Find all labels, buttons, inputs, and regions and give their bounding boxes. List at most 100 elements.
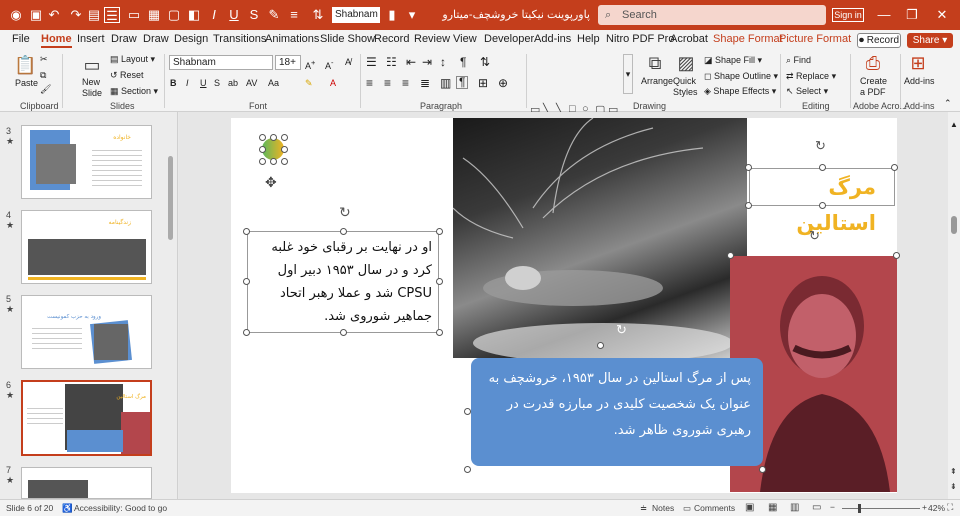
resize-handle[interactable] — [259, 158, 266, 165]
redo-icon[interactable]: ↷ — [68, 7, 84, 23]
resize-handle[interactable] — [436, 228, 443, 235]
highlight-icon[interactable]: ✎ — [305, 78, 313, 89]
quick-font-select[interactable]: Shabnam — [332, 7, 380, 23]
align-icon[interactable]: ≡ — [286, 7, 302, 23]
bullets-icon[interactable]: ☰ — [366, 56, 377, 68]
char-spacing-icon[interactable]: AV — [246, 78, 257, 89]
align-center-icon[interactable]: ≡ — [384, 77, 391, 89]
rtl-icon[interactable]: ¶ — [460, 56, 466, 68]
tab-add-ins[interactable]: Add-ins — [534, 33, 571, 45]
underline-icon[interactable]: U — [226, 7, 242, 23]
increase-indent-icon[interactable]: ⇥ — [422, 56, 432, 68]
quick-access-more-icon[interactable]: ▾ — [404, 7, 420, 23]
paste-button[interactable]: Paste — [15, 78, 38, 89]
comments-icon[interactable]: ▭ — [683, 503, 691, 514]
paste-icon[interactable]: 📋 — [14, 54, 36, 76]
tab-home[interactable]: Home — [41, 33, 72, 48]
tab-shape-format[interactable]: Shape Format — [713, 33, 783, 45]
align-left-icon[interactable]: ≡ — [366, 77, 373, 89]
save-icon[interactable]: ▣ — [28, 7, 44, 23]
section-button[interactable]: ▦ Section ▾ — [110, 86, 158, 97]
font-family-select[interactable]: Shabnam — [169, 55, 273, 70]
resize-handle[interactable] — [243, 228, 250, 235]
resize-handle[interactable] — [270, 158, 277, 165]
zoom-slider-thumb[interactable] — [858, 504, 861, 513]
slide-thumbnail-5[interactable]: ورود به حزب کمونیست — [21, 295, 152, 369]
format-painter-icon[interactable]: 🖌 — [40, 84, 51, 95]
smartart-icon[interactable]: ⊕ — [498, 77, 508, 89]
minimize-icon[interactable]: — — [874, 6, 894, 24]
tab-animations[interactable]: Animations — [265, 33, 319, 45]
slide-icon[interactable]: ▭ — [126, 7, 142, 23]
tab-draw-2[interactable]: Draw — [143, 33, 169, 45]
strikethrough-icon[interactable]: ab — [228, 78, 238, 89]
decrease-indent-icon[interactable]: ⇤ — [406, 56, 416, 68]
layout-button[interactable]: ▤ Layout ▾ — [110, 54, 155, 65]
slide-thumbnail-6[interactable]: مرگ استالین — [21, 380, 152, 456]
font-color-icon[interactable]: ▮ — [384, 7, 400, 23]
zoom-in-icon[interactable]: + — [922, 502, 927, 512]
layout-icon[interactable]: ☰ — [104, 7, 120, 23]
resize-handle[interactable] — [436, 278, 443, 285]
tab-insert[interactable]: Insert — [77, 33, 105, 45]
align-text-icon[interactable]: ⊞ — [478, 77, 488, 89]
new-slide-icon[interactable]: ▭ — [81, 54, 103, 76]
accessibility-icon[interactable]: ♿ — [62, 503, 73, 514]
slideshow-view-icon[interactable]: ▭ — [812, 502, 821, 513]
rotate-handle-icon[interactable]: ↻ — [616, 322, 627, 338]
shadow-icon[interactable]: S — [214, 78, 220, 89]
record-button[interactable]: ⏺ Record — [857, 33, 901, 48]
picture-icon[interactable]: ▦ — [146, 7, 162, 23]
tab-design[interactable]: Design — [174, 33, 208, 45]
slide-thumbnail-7[interactable] — [21, 467, 152, 499]
zoom-out-icon[interactable]: − — [830, 502, 835, 512]
restore-icon[interactable]: ❐ — [902, 6, 922, 24]
tab-acrobat[interactable]: Acrobat — [670, 33, 708, 45]
next-slide-icon[interactable]: ⇟ — [950, 482, 957, 491]
arrange-icon[interactable]: ⧉ — [644, 52, 666, 74]
rotate-handle-icon[interactable]: ↻ — [815, 138, 826, 154]
shapes-icon[interactable]: ◧ — [186, 7, 202, 23]
resize-handle[interactable] — [759, 466, 766, 473]
share-button[interactable]: Share ▾ — [907, 33, 953, 48]
tab-file[interactable]: File — [12, 33, 30, 45]
resize-handle[interactable] — [281, 158, 288, 165]
notes-icon[interactable]: ≐ — [640, 503, 647, 514]
strike-icon[interactable]: S — [246, 7, 262, 23]
normal-view-icon[interactable]: ▣ — [745, 502, 754, 513]
arrange-button[interactable]: Arrange — [641, 76, 673, 87]
justify-icon[interactable]: ≣ — [420, 77, 430, 89]
tab-draw[interactable]: Draw — [111, 33, 137, 45]
search-box[interactable]: ⌕ Search — [598, 5, 826, 25]
grow-font-icon[interactable]: A+ — [305, 57, 315, 72]
fit-to-window-icon[interactable]: ⛶ — [947, 502, 953, 513]
sign-in-button[interactable]: Sign in — [832, 8, 864, 22]
zoom-level[interactable]: 42% — [928, 503, 945, 513]
textbox-icon[interactable]: ▢ — [166, 7, 182, 23]
resize-handle[interactable] — [436, 329, 443, 336]
resize-handle[interactable] — [281, 134, 288, 141]
resize-handle[interactable] — [464, 408, 471, 415]
add-ins-icon[interactable]: ⊞ — [907, 52, 929, 74]
replace-button[interactable]: ⇄ Replace ▾ — [786, 71, 836, 82]
italic-icon[interactable]: I — [206, 7, 222, 23]
slide-thumbnail-4[interactable]: زندگینامه — [21, 210, 152, 284]
reading-view-icon[interactable]: ▥ — [790, 502, 799, 513]
format-painter-icon[interactable]: ✎ — [266, 7, 282, 23]
font-size-select[interactable]: 18+ — [275, 55, 301, 70]
slide-thumbnail-3[interactable]: خانواده — [21, 125, 152, 199]
close-icon[interactable]: ✕ — [932, 6, 952, 24]
bold-icon[interactable]: B — [170, 78, 177, 89]
slide-title[interactable]: مرگ استالین — [749, 168, 895, 235]
resize-handle[interactable] — [819, 164, 826, 171]
slide-sorter-icon[interactable]: ▦ — [768, 502, 777, 513]
tab-slide-show[interactable]: Slide Show — [320, 33, 375, 45]
resize-handle[interactable] — [745, 164, 752, 171]
zoom-slider[interactable] — [842, 508, 920, 509]
select-button[interactable]: ↖ Select ▾ — [786, 86, 828, 97]
resize-handle[interactable] — [464, 466, 471, 473]
create-pdf-icon[interactable]: ⎙ — [862, 52, 884, 74]
resize-handle[interactable] — [259, 134, 266, 141]
new-slide-button[interactable]: New Slide — [82, 77, 106, 99]
paragraph-ltr-icon[interactable]: ¶ — [456, 76, 469, 89]
